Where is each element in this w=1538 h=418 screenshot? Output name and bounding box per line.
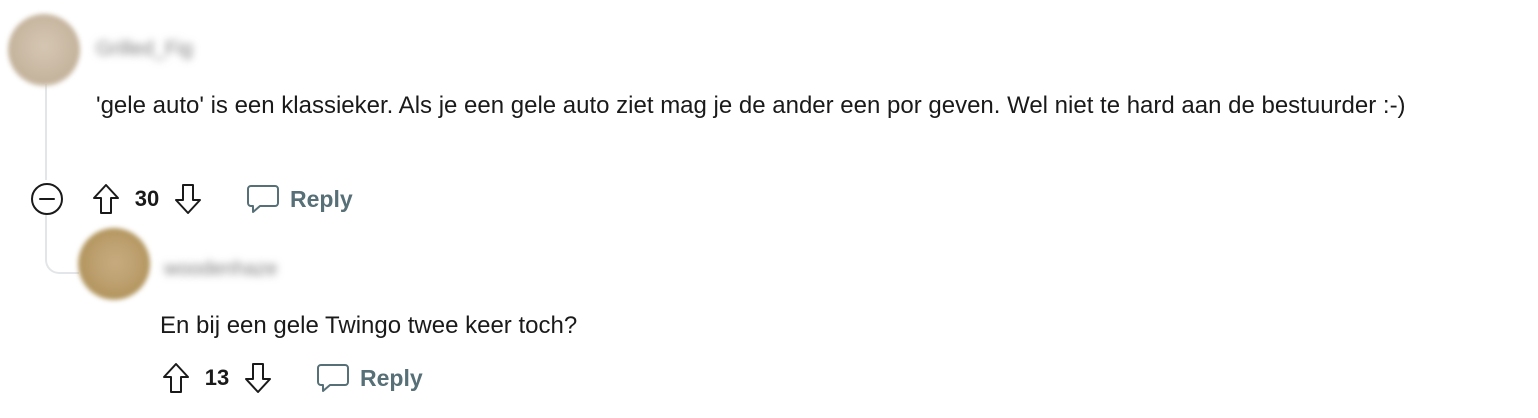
- collapse-minus-icon: [31, 183, 63, 215]
- arrow-up-icon: [163, 363, 189, 393]
- comment-body: En bij een gele Twingo twee keer toch?: [160, 312, 578, 339]
- thread-line: [45, 84, 47, 180]
- upvote-button[interactable]: [158, 358, 194, 398]
- upvote-button[interactable]: [88, 179, 124, 219]
- arrow-down-icon: [175, 184, 201, 214]
- comment-actions: 30 Reply: [30, 179, 353, 219]
- avatar[interactable]: [8, 14, 80, 86]
- comment-body: 'gele auto' is een klassieker. Als je ee…: [96, 92, 1406, 119]
- arrow-down-icon: [245, 363, 271, 393]
- downvote-button[interactable]: [240, 358, 276, 398]
- username[interactable]: woodenhaze: [164, 258, 277, 281]
- speech-bubble-icon: [317, 364, 349, 392]
- arrow-up-icon: [93, 184, 119, 214]
- username[interactable]: Grilled_Fig: [96, 38, 193, 61]
- collapse-button[interactable]: [30, 182, 64, 216]
- reply-button[interactable]: Reply: [316, 358, 423, 398]
- thread-connector: [45, 214, 79, 274]
- reply-label: Reply: [290, 185, 353, 212]
- comment-actions: 13 Reply: [158, 358, 423, 398]
- downvote-button[interactable]: [170, 179, 206, 219]
- speech-bubble-icon: [247, 185, 279, 213]
- reply-label: Reply: [360, 364, 423, 391]
- avatar[interactable]: [78, 228, 150, 300]
- vote-score: 13: [204, 365, 230, 390]
- vote-score: 30: [134, 186, 160, 211]
- reply-button[interactable]: Reply: [246, 179, 353, 219]
